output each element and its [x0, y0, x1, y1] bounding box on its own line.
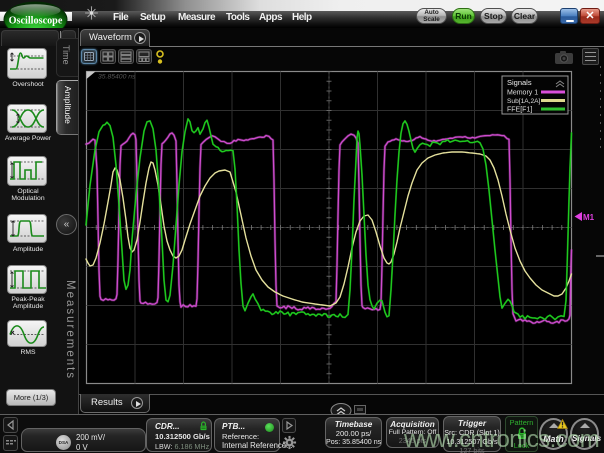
svg-text:Signals: Signals — [507, 78, 532, 87]
svg-text:FFE[F1]: FFE[F1] — [507, 107, 532, 114]
svg-text:M1: M1 — [583, 213, 595, 222]
svg-text:Memory 1: Memory 1 — [507, 90, 538, 97]
svg-text:35.85400 ns: 35.85400 ns — [98, 74, 136, 81]
svg-text:Sub[1A,2A]: Sub[1A,2A] — [507, 98, 541, 105]
